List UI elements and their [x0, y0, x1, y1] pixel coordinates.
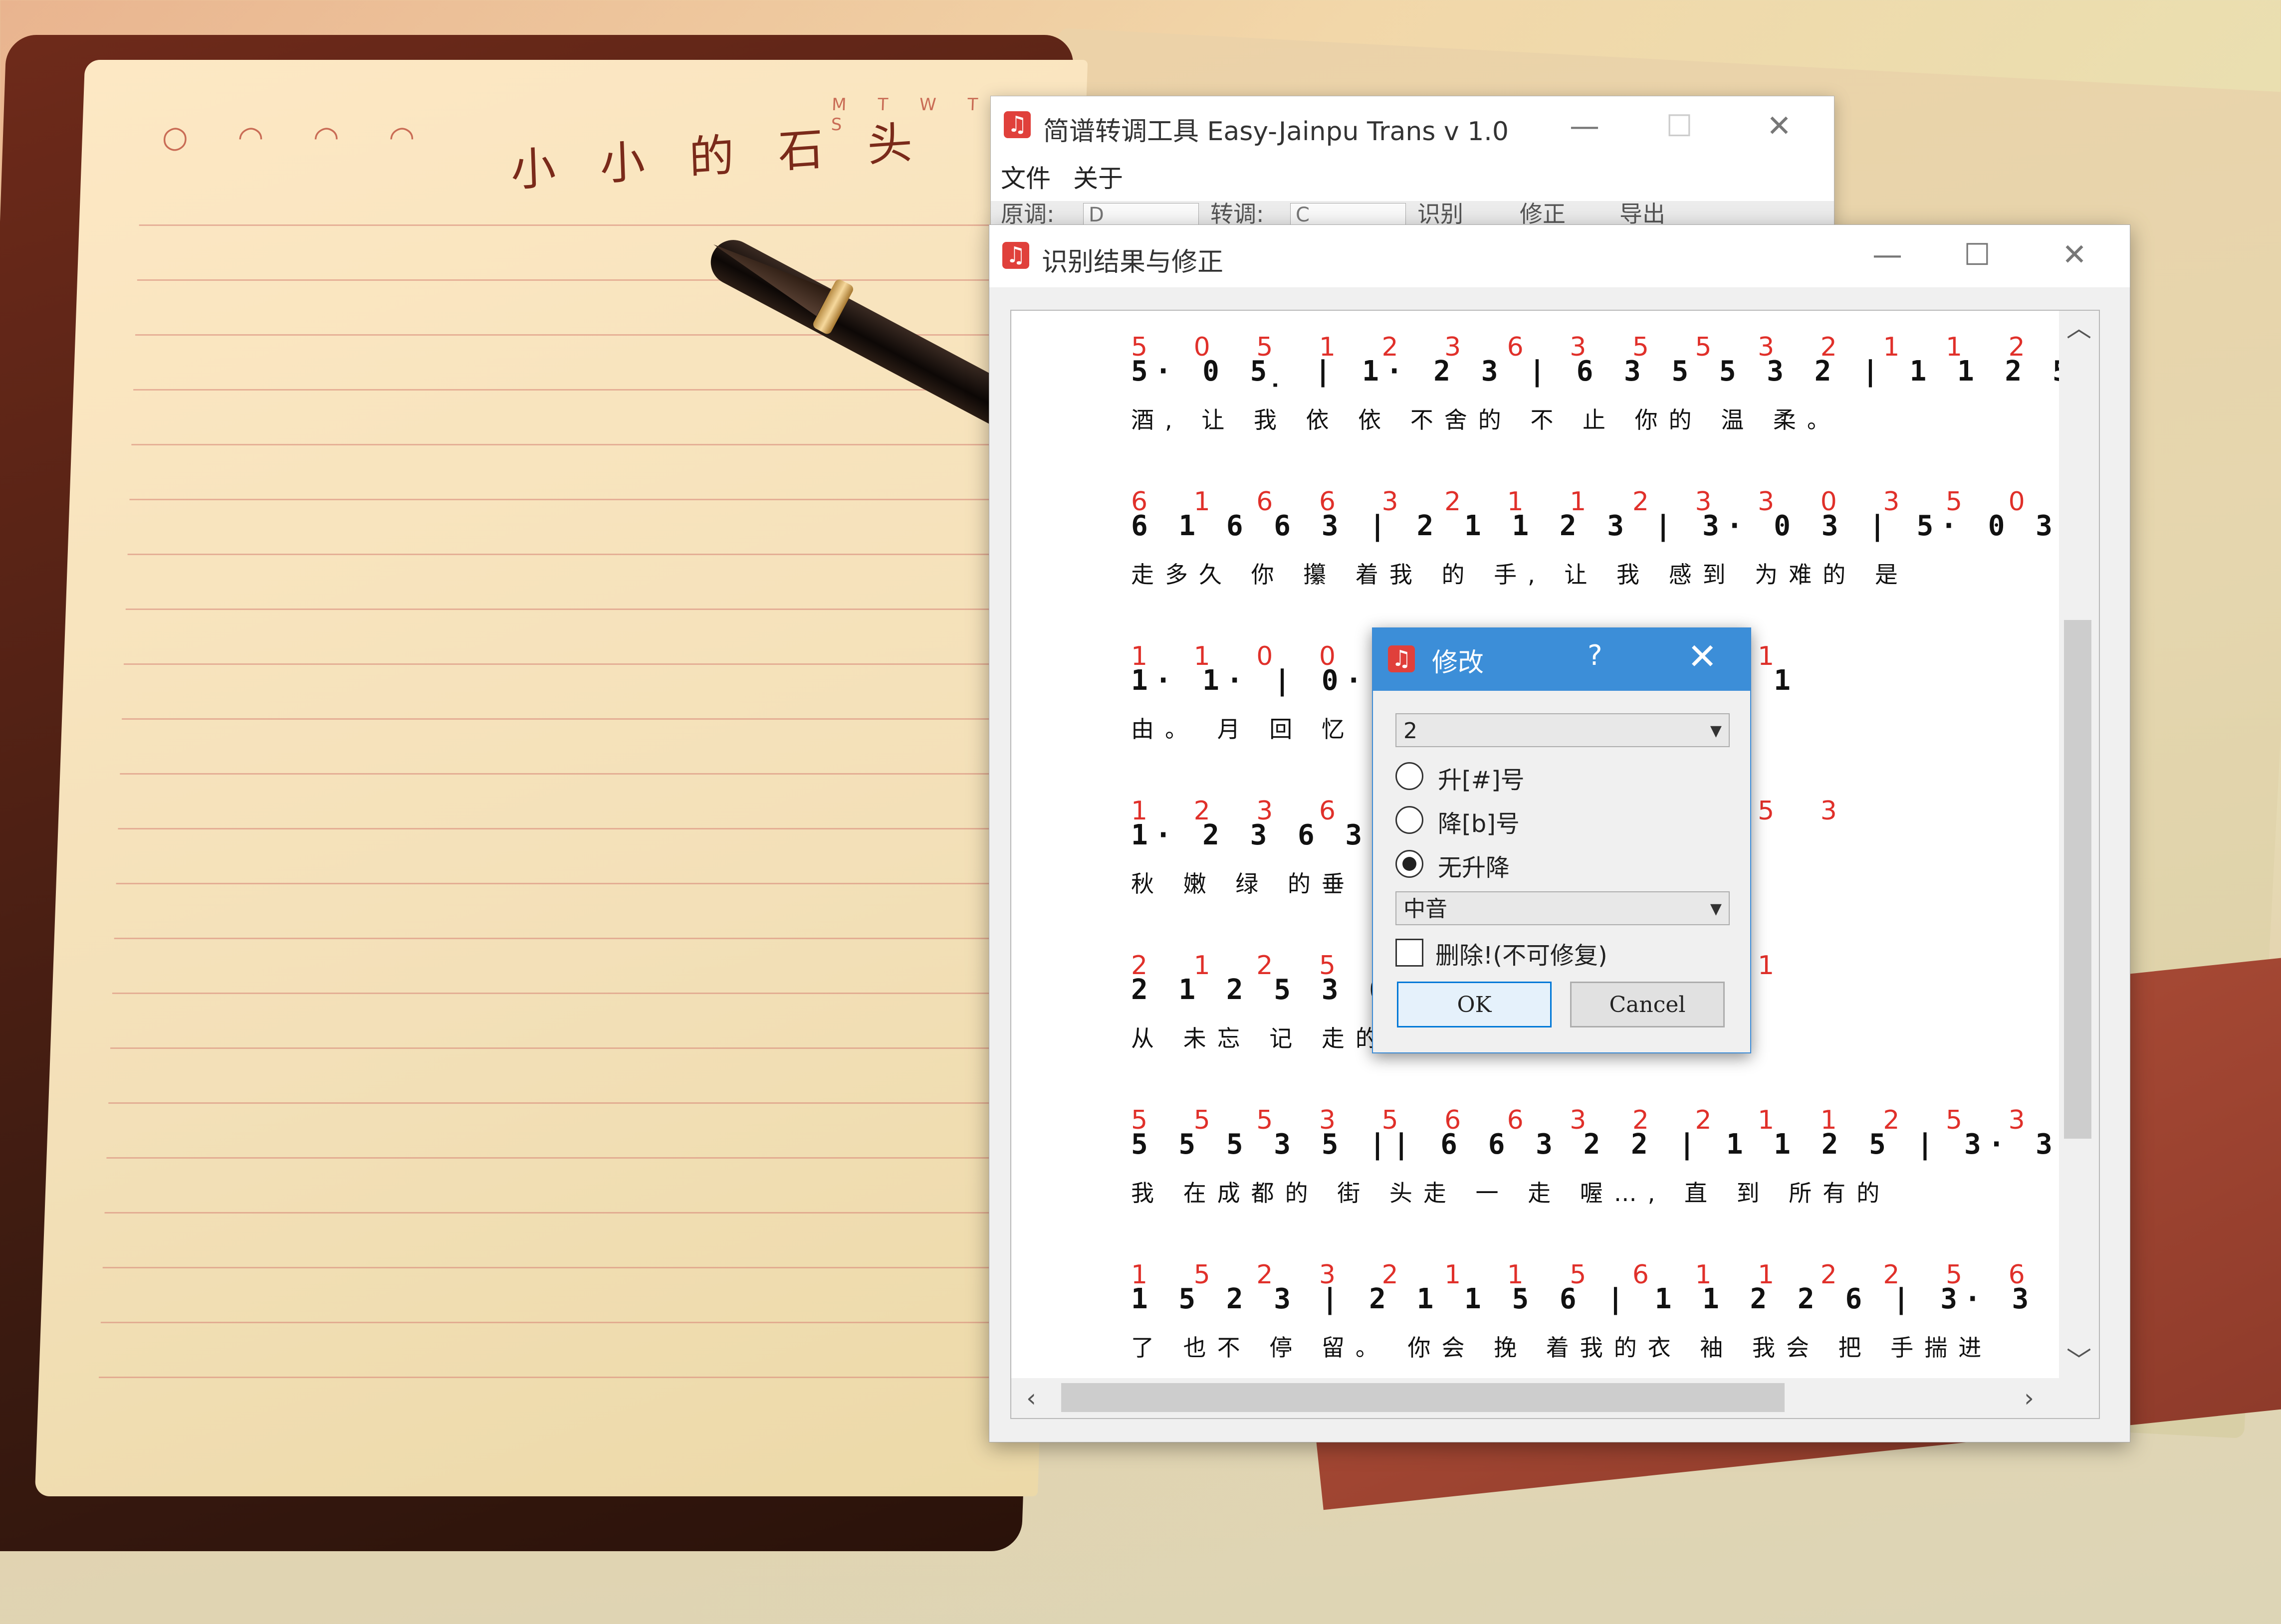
minimize-icon[interactable]: — [1847, 225, 1927, 285]
chevron-down-icon: ▼ [1710, 900, 1722, 918]
music-note-icon: ♫ [1388, 645, 1415, 672]
page-rule [100, 1322, 1049, 1323]
score-notes[interactable]: 6 1 6 6 3 | 2 1 1 2 3 | 3· 0 3 | 5· 0 3 … [1131, 510, 2059, 542]
maximize-icon: ☐ [1666, 109, 1693, 144]
page-rule [112, 993, 1060, 994]
page-rule [123, 663, 1072, 665]
vertical-scroll-thumb[interactable] [2064, 620, 2091, 1139]
lyrics-line: 我 在成都的 街 头走 一 走 喔…, 直 到 所有的 [1131, 1180, 1890, 1207]
page-rule [98, 1377, 1047, 1378]
delete-label: 删除!(不可修复) [1435, 942, 1607, 970]
horizontal-scrollbar[interactable]: ‹ › [1011, 1378, 2059, 1418]
page-rule [114, 938, 1062, 939]
note-value-text: 2 [1403, 718, 1417, 744]
lyrics-line: 了 也不 停 留。 你会 挽 着我的衣 袖 我会 把 手揣进 [1131, 1334, 1992, 1358]
natural-label: 无升降 [1438, 854, 1510, 882]
page-rule [102, 1267, 1051, 1268]
page-rule [116, 883, 1064, 884]
page-rule [104, 1212, 1053, 1214]
page-rule [120, 773, 1068, 775]
close-icon[interactable]: ✕ [2035, 225, 2114, 285]
dialog-title: 修改 [1432, 648, 1484, 678]
page-rule [118, 828, 1066, 829]
page-rule [135, 334, 1084, 336]
page-rule [127, 554, 1076, 555]
sharp-label: 升[#]号 [1438, 766, 1525, 794]
score-notes[interactable]: 1 5 2 3 | 2 1 1 5 6 | 1 1 2 2 6 | 3· 3 3… [1131, 1283, 2059, 1315]
wallpaper-notebook-page: ○ ◠ ◠ ◠ M T W T F S S 小 小 的 石 头 [34, 60, 1088, 1496]
flat-label: 降[b]号 [1438, 810, 1520, 838]
close-icon[interactable]: ✕ [1687, 635, 1717, 677]
page-rule [122, 718, 1070, 720]
maximize-icon[interactable]: ☐ [1937, 225, 2017, 285]
cancel-button[interactable]: Cancel [1570, 982, 1725, 1027]
delete-checkbox[interactable] [1395, 939, 1423, 967]
result-window-title: 识别结果与修正 [1042, 247, 1224, 277]
horizontal-scroll-thumb[interactable] [1061, 1383, 1785, 1412]
chevron-down-icon: ▼ [1710, 722, 1722, 740]
music-note-icon: ♫ [1004, 111, 1031, 138]
page-rule [139, 224, 1087, 226]
natural-radio[interactable] [1395, 850, 1423, 878]
help-icon[interactable]: ? [1588, 639, 1602, 672]
main-titlebar[interactable]: ♫ 简谱转调工具 Easy-Jainpu Trans v 1.0 — ☐ ✕ [991, 96, 1834, 156]
music-note-icon: ♫ [1002, 242, 1029, 269]
page-rule [110, 1047, 1059, 1049]
menu-about[interactable]: 关于 [1073, 156, 1123, 201]
page-rule [108, 1102, 1057, 1104]
scroll-corner [2059, 1378, 2099, 1418]
main-window-title: 简谱转调工具 Easy-Jainpu Trans v 1.0 [1043, 117, 1509, 147]
close-icon[interactable]: ✕ [1739, 96, 1819, 156]
wallpaper-dots: ○ ◠ ◠ ◠ [161, 120, 436, 155]
vertical-scrollbar[interactable]: ︿ ﹀ [2059, 311, 2099, 1378]
scroll-right-icon[interactable]: › [2009, 1378, 2049, 1418]
page-rule [131, 444, 1080, 445]
scroll-up-icon[interactable]: ︿ [2059, 311, 2099, 346]
scroll-down-icon[interactable]: ﹀ [2059, 1343, 2099, 1378]
page-rule [129, 499, 1078, 500]
ok-button[interactable]: OK [1397, 982, 1552, 1027]
score-notes[interactable]: 5· 0 5̣ | 1· 2 3 | 6 3 5 5 3 2 | 1 1 2 5… [1131, 355, 2059, 388]
score-notes[interactable]: 5 5 5 3 5 || 6 6 3 2 2 | 1 1 2 5 | 3· 3 … [1131, 1128, 2059, 1161]
note-value-select[interactable]: 2 ▼ [1395, 713, 1730, 747]
dialog-titlebar[interactable]: ♫ 修改 ? ✕ [1373, 628, 1750, 691]
menu-file[interactable]: 文件 [1001, 156, 1051, 201]
octave-select[interactable]: 中音 ▼ [1395, 891, 1730, 925]
main-window: ♫ 简谱转调工具 Easy-Jainpu Trans v 1.0 — ☐ ✕ 文… [990, 96, 1834, 234]
octave-text: 中音 [1403, 896, 1447, 922]
page-rule [137, 279, 1085, 281]
scroll-left-icon[interactable]: ‹ [1011, 1378, 1051, 1418]
modify-dialog: ♫ 修改 ? ✕ 2 ▼ 升[#]号 降[b]号 无升降 中音 ▼ 删除!(不可… [1372, 627, 1751, 1053]
page-rule [106, 1157, 1055, 1159]
flat-radio[interactable] [1395, 806, 1423, 834]
wallpaper-handwriting: 小 小 的 石 头 [510, 116, 928, 197]
sharp-radio[interactable] [1395, 762, 1423, 790]
result-titlebar[interactable]: ♫ 识别结果与修正 — ☐ ✕ [989, 225, 2130, 287]
lyrics-line: 走多久 你 攥 着我 的 手, 让 我 感到 为难的 是 [1131, 561, 1909, 588]
minimize-icon[interactable]: — [1545, 96, 1624, 156]
lyrics-line: 酒, 让 我 依 依 不舍的 不 止 你的 温 柔。 [1131, 406, 1841, 433]
page-rule [125, 609, 1074, 610]
